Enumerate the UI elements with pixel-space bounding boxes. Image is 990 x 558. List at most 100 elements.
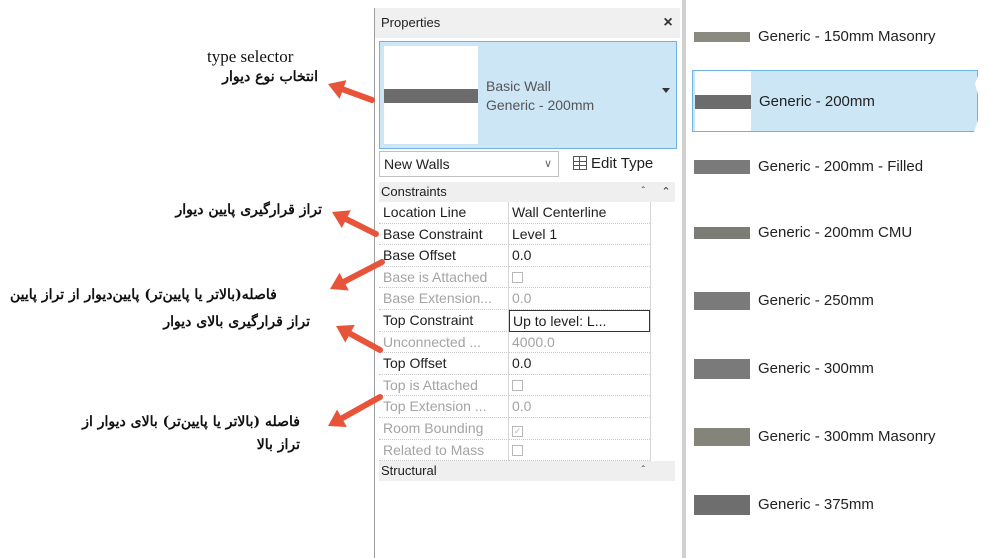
property-row[interactable]: Base Offset 0.0 xyxy=(379,245,675,267)
property-value[interactable]: Level 1 xyxy=(509,224,650,246)
callout-top-constraint: تراز قرارگیری بالای دیوار xyxy=(163,314,310,330)
arrow-base-constraint xyxy=(332,210,379,237)
type-list-item-label: Generic - 300mm Masonry xyxy=(758,428,936,445)
property-row[interactable]: Top Offset 0.0 xyxy=(379,353,675,375)
wall-swatch-icon xyxy=(694,495,750,515)
properties-title-bar: Properties × xyxy=(375,8,680,38)
type-selector[interactable]: Basic Wall Generic - 200mm xyxy=(379,41,677,149)
properties-panel: Properties × Basic Wall Generic - 200mm … xyxy=(374,8,680,558)
type-list-item-label: Generic - 375mm xyxy=(758,496,874,513)
arrow-type-selector xyxy=(328,80,375,103)
property-value[interactable]: 0.0 xyxy=(509,353,650,375)
edit-type-button[interactable]: Edit Type xyxy=(573,151,653,177)
type-dropdown-arrow-icon[interactable] xyxy=(662,88,670,93)
property-name: Top Constraint xyxy=(379,309,509,332)
property-name: Base Constraint xyxy=(379,223,509,246)
instance-filter-row: New Walls ∨ Edit Type xyxy=(375,148,680,180)
collapse-icon[interactable]: ˆ xyxy=(642,182,645,202)
property-value: ✓ xyxy=(509,418,650,440)
callout-top-offset-line1: فاصله (بالاتر یا پایین‌تر) بالای دیوار ا… xyxy=(82,414,300,430)
callout-type-selector-en: type selector xyxy=(207,47,294,66)
type-list-item[interactable]: Generic - 300mm xyxy=(692,338,978,400)
type-list-item[interactable]: Generic - 200mm CMU xyxy=(692,202,978,264)
callout-base-constraint: تراز قرارگیری پایین دیوار xyxy=(175,202,323,218)
property-row[interactable]: Base Constraint Level 1 xyxy=(379,223,675,246)
property-row[interactable]: Base Extension... 0.0 xyxy=(379,288,675,310)
property-value xyxy=(509,440,650,462)
property-row[interactable]: Base is Attached xyxy=(379,266,675,289)
type-list-item[interactable]: Generic - 300mm Masonry xyxy=(692,406,978,468)
property-row[interactable]: Room Bounding ✓ xyxy=(379,417,675,440)
type-list-item[interactable]: Generic - 250mm xyxy=(692,270,978,332)
property-name: Room Bounding xyxy=(379,417,509,440)
property-value: 0.0 xyxy=(509,396,650,418)
type-list-item[interactable]: Generic - 150mm Masonry xyxy=(692,6,978,68)
property-value[interactable]: Wall Centerline xyxy=(509,202,650,224)
property-name: Related to Mass xyxy=(379,439,509,462)
properties-scrollbar[interactable]: ⌃ xyxy=(657,182,675,554)
property-value[interactable]: Up to level: L... xyxy=(509,309,650,332)
type-list-item-label: Generic - 250mm xyxy=(758,292,874,309)
callout-type-selector-fa: انتخاب نوع دیوار xyxy=(222,69,318,85)
group-constraints[interactable]: Constraints ˆ xyxy=(379,182,675,202)
checkbox-icon xyxy=(512,271,523,283)
wall-swatch-icon xyxy=(694,359,750,379)
properties-title: Properties xyxy=(381,15,441,30)
property-row[interactable]: Location Line Wall Centerline xyxy=(379,202,675,224)
property-row[interactable]: Top is Attached xyxy=(379,374,675,397)
checkbox-icon xyxy=(512,444,523,456)
chevron-down-icon: ∨ xyxy=(543,158,552,170)
property-name: Top Extension ... xyxy=(379,396,509,418)
property-value xyxy=(509,267,650,289)
edit-type-label: Edit Type xyxy=(591,155,654,172)
wall-swatch-icon xyxy=(694,428,750,446)
checkbox-checked-icon: ✓ xyxy=(512,425,523,437)
checkbox-icon xyxy=(512,379,523,391)
property-row[interactable]: Top Extension ... 0.0 xyxy=(379,396,675,418)
property-name: Location Line xyxy=(379,202,509,224)
property-name: Top Offset xyxy=(379,353,509,375)
wall-swatch-icon xyxy=(694,227,750,239)
wall-swatch-icon xyxy=(694,32,750,42)
wall-swatch-icon xyxy=(695,95,751,109)
close-icon[interactable]: × xyxy=(659,8,677,38)
property-value xyxy=(509,375,650,397)
collapse-icon[interactable]: ˆ xyxy=(642,461,645,481)
instance-filter-label: New Walls xyxy=(384,156,450,172)
property-row[interactable]: Related to Mass xyxy=(379,439,675,462)
type-list-item[interactable]: Generic - 200mm - Filled xyxy=(692,136,978,198)
property-name: Unconnected ... xyxy=(379,331,509,354)
type-list-item-label: Generic - 200mm - Filled xyxy=(758,158,924,175)
type-list-item-label: Generic - 300mm xyxy=(758,360,874,377)
callout-top-offset-line2: تراز بالا xyxy=(256,437,300,453)
property-name: Base is Attached xyxy=(379,266,509,289)
edit-type-icon xyxy=(573,156,587,170)
group-constraints-label: Constraints xyxy=(381,184,447,199)
type-list-item[interactable]: Generic - 200mm xyxy=(692,70,978,132)
type-list-item-label: Generic - 200mm xyxy=(759,93,875,110)
property-value[interactable]: 0.0 xyxy=(509,245,650,267)
arrow-top-offset xyxy=(328,394,383,427)
type-list-item[interactable]: Generic - 375mm xyxy=(692,474,978,536)
property-name: Base Extension... xyxy=(379,288,509,310)
scroll-up-icon[interactable]: ⌃ xyxy=(657,182,675,202)
wall-swatch-icon xyxy=(694,292,750,310)
type-preview-image xyxy=(384,46,478,144)
type-list-item-label: Generic - 200mm CMU xyxy=(758,224,913,241)
callout-base-offset: فاصله(بالاتر یا پایین‌تر) پایین‌دیوار از… xyxy=(10,287,277,303)
property-row[interactable]: Top Constraint Up to level: L... xyxy=(379,309,675,332)
property-name: Base Offset xyxy=(379,245,509,267)
property-value: 4000.0 xyxy=(509,332,650,354)
instance-filter-dropdown[interactable]: New Walls ∨ xyxy=(379,151,559,177)
type-list-item-label: Generic - 150mm Masonry xyxy=(758,28,936,45)
group-structural-label: Structural xyxy=(381,463,437,479)
property-name: Top is Attached xyxy=(379,374,509,397)
type-family: Basic Wall xyxy=(486,78,551,94)
wall-swatch-icon xyxy=(694,160,750,174)
group-structural[interactable]: Structural ˆ xyxy=(379,461,675,482)
property-row[interactable]: Unconnected ... 4000.0 xyxy=(379,331,675,354)
type-selector-name: Basic Wall Generic - 200mm xyxy=(486,77,594,115)
type-list-dropdown: Generic - 150mm Masonry Generic - 200mm Ge… xyxy=(686,0,990,558)
type-type: Generic - 200mm xyxy=(486,97,595,113)
properties-grid: Constraints ˆ Location Line Wall Centerli… xyxy=(379,182,675,482)
